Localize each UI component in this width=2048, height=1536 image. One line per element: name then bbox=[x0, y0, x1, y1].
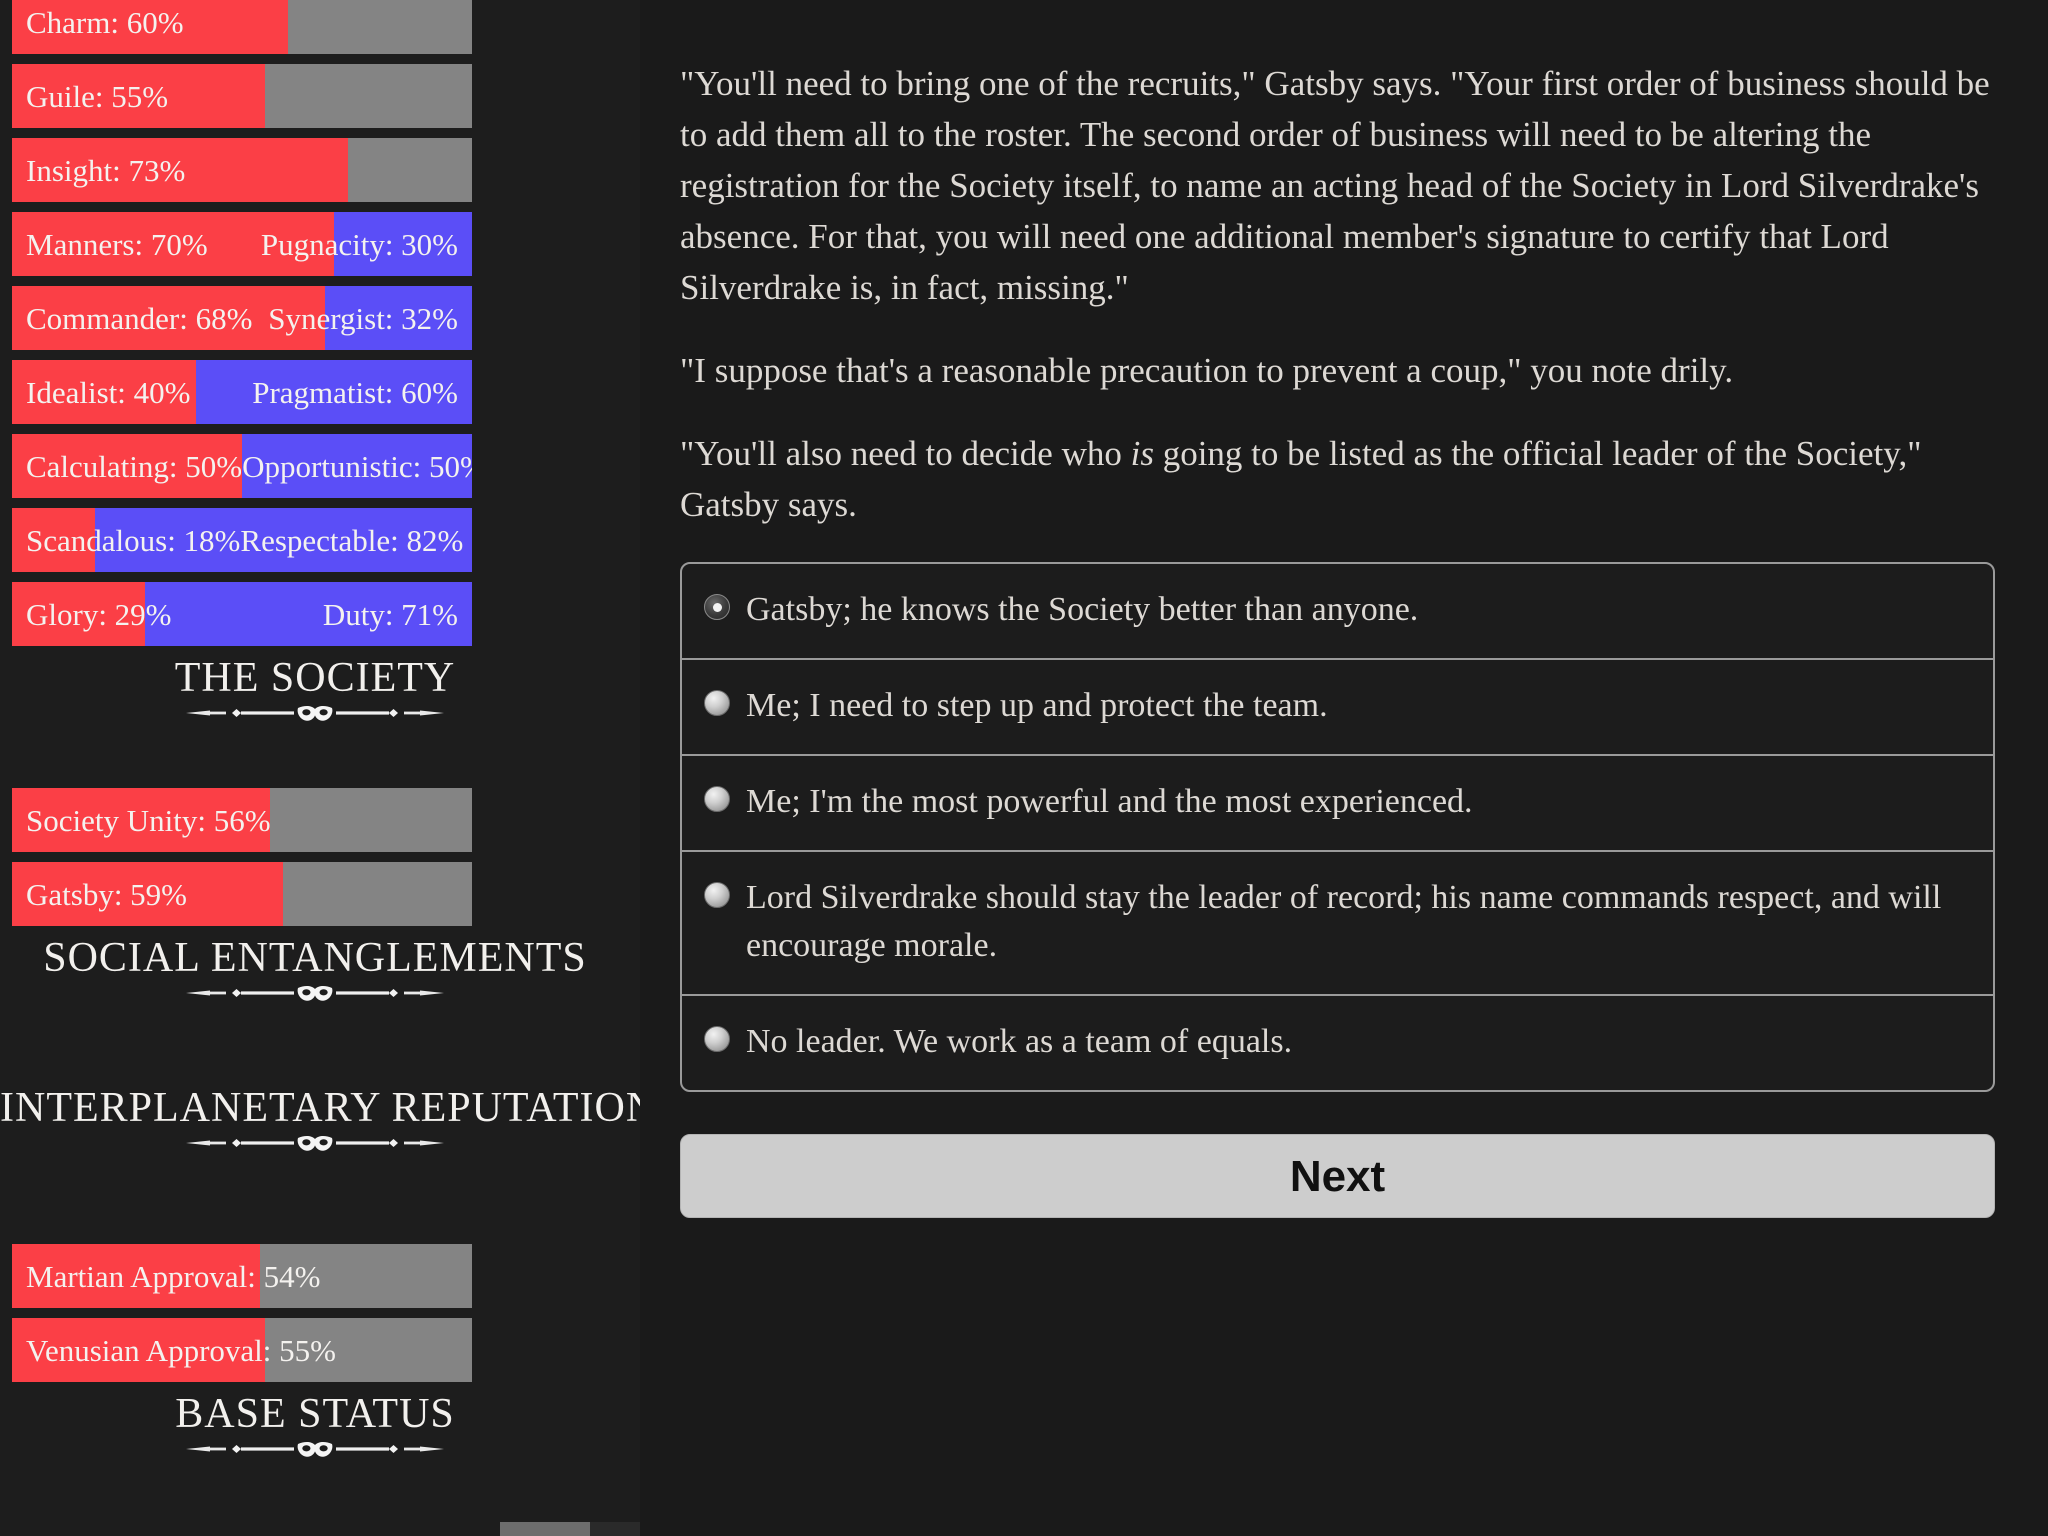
stats-sidebar-content: Charm: 60% Guile: 55% Insight: 73% Manners:… bbox=[0, 0, 640, 1536]
section-header-the-society: THE SOCIETY bbox=[0, 656, 640, 728]
choice-option[interactable]: Me; I need to step up and protect the te… bbox=[682, 660, 1993, 756]
stat-label-right: Synergist: 32% bbox=[268, 300, 458, 336]
masquerade-mask-icon bbox=[186, 1136, 444, 1152]
scrollbar-thumb[interactable] bbox=[500, 1522, 590, 1536]
masquerade-mask-icon bbox=[186, 706, 444, 721]
stat-label-left: Scandalous: 18% bbox=[26, 522, 241, 558]
stat-bar-labels: Society Unity: 56% bbox=[12, 788, 472, 852]
stat-bar-labels: Charm: 60% bbox=[12, 0, 472, 54]
stat-label-left: Society Unity: 56% bbox=[26, 802, 271, 838]
society-stats-group: Society Unity: 56% Gatsby: 59% bbox=[0, 788, 640, 927]
story-paragraph: "You'll also need to decide who is going… bbox=[680, 434, 1922, 524]
choice-option[interactable]: Me; I'm the most powerful and the most e… bbox=[682, 756, 1993, 852]
section-title: INTERPLANETARY REPUTATION bbox=[0, 1085, 640, 1132]
stat-label-right: Opportunistic: 50% bbox=[242, 448, 472, 484]
stat-label-left: Manners: 70% bbox=[26, 226, 208, 262]
story-panel: "You'll need to bring one of the recruit… bbox=[640, 0, 2048, 1536]
choice-label: Me; I need to step up and protect the te… bbox=[746, 687, 1328, 724]
sidebar-horizontal-scrollbar[interactable] bbox=[500, 1522, 640, 1536]
choice-option[interactable]: Gatsby; he knows the Society better than… bbox=[682, 564, 1993, 660]
radio-unselected-icon[interactable] bbox=[704, 786, 730, 812]
reputation-stats-group: Martian Approval: 54% Venusian Approval: … bbox=[0, 1244, 640, 1383]
stat-bar: Idealist: 40% Pragmatist: 60% bbox=[12, 360, 472, 424]
stat-bar-labels: Insight: 73% bbox=[12, 138, 472, 202]
stat-label-right: Duty: 71% bbox=[322, 596, 458, 632]
stat-label-left: Insight: 73% bbox=[26, 152, 186, 188]
stat-bar: Scandalous: 18% Respectable: 82% bbox=[12, 508, 472, 572]
masquerade-mask-icon bbox=[186, 986, 444, 1001]
choice-label: Me; I'm the most powerful and the most e… bbox=[746, 783, 1473, 820]
stat-bar-labels: Calculating: 50% Opportunistic: 50% bbox=[12, 434, 472, 498]
stat-label-right: Pugnacity: 30% bbox=[260, 226, 458, 262]
masquerade-mask-icon bbox=[186, 1442, 444, 1458]
stat-bar: Gatsby: 59% bbox=[12, 862, 472, 927]
stat-bar-labels: Venusian Approval: 55% bbox=[12, 1318, 472, 1382]
stat-label-left: Martian Approval: 54% bbox=[26, 1258, 321, 1294]
story-paragraph: "You'll need to bring one of the recruit… bbox=[680, 64, 1990, 307]
stat-bar-labels: Scandalous: 18% Respectable: 82% bbox=[12, 508, 472, 572]
choice-option[interactable]: No leader. We work as a team of equals. bbox=[682, 996, 1993, 1090]
section-title: SOCIAL ENTANGLEMENTS bbox=[43, 935, 587, 982]
choice-list: Gatsby; he knows the Society better than… bbox=[680, 562, 1995, 1092]
stat-label-left: Idealist: 40% bbox=[26, 374, 191, 410]
radio-unselected-icon[interactable] bbox=[704, 882, 730, 908]
stat-label-left: Gatsby: 59% bbox=[26, 876, 188, 912]
stat-label-right: Pragmatist: 60% bbox=[252, 374, 458, 410]
next-button[interactable]: Next bbox=[680, 1134, 1995, 1218]
stat-bar-labels: Guile: 55% bbox=[12, 64, 472, 128]
choice-label: No leader. We work as a team of equals. bbox=[746, 1023, 1293, 1060]
choice-label: Lord Silverdrake should stay the leader … bbox=[746, 879, 1942, 964]
stat-bar-labels: Idealist: 40% Pragmatist: 60% bbox=[12, 360, 472, 424]
section-header-interplanetary-reputation: INTERPLANETARY REPUTATION bbox=[0, 1086, 640, 1158]
stat-label-left: Glory: 29% bbox=[26, 596, 172, 632]
stat-bar: Martian Approval: 54% bbox=[12, 1244, 472, 1309]
stat-bar: Charm: 60% bbox=[12, 0, 472, 54]
story-paragraph: "I suppose that's a reasonable precautio… bbox=[680, 351, 1734, 390]
stat-bar: Insight: 73% bbox=[12, 138, 472, 202]
stat-bar: Guile: 55% bbox=[12, 64, 472, 128]
stat-bar-labels: Commander: 68% Synergist: 32% bbox=[12, 286, 472, 350]
section-header-base-status: BASE STATUS bbox=[0, 1392, 640, 1464]
stats-sidebar: Charm: 60% Guile: 55% Insight: 73% Manners:… bbox=[0, 0, 640, 1536]
section-header-social-entanglements: SOCIAL ENTANGLEMENTS bbox=[0, 936, 640, 1008]
story-text: "You'll need to bring one of the recruit… bbox=[680, 58, 1990, 530]
stat-bar: Venusian Approval: 55% bbox=[12, 1318, 472, 1383]
choice-option[interactable]: Lord Silverdrake should stay the leader … bbox=[682, 852, 1993, 996]
radio-unselected-icon[interactable] bbox=[704, 690, 730, 716]
stat-label-left: Calculating: 50% bbox=[26, 448, 243, 484]
stat-bar-labels: Martian Approval: 54% bbox=[12, 1244, 472, 1308]
stat-bar-labels: Manners: 70% Pugnacity: 30% bbox=[12, 212, 472, 276]
stat-bar: Manners: 70% Pugnacity: 30% bbox=[12, 212, 472, 276]
stat-label-left: Charm: 60% bbox=[26, 4, 184, 40]
section-title: BASE STATUS bbox=[175, 1391, 455, 1438]
stat-bar-labels: Glory: 29% Duty: 71% bbox=[12, 582, 472, 646]
stat-bar-labels: Gatsby: 59% bbox=[12, 862, 472, 926]
choice-label: Gatsby; he knows the Society better than… bbox=[746, 591, 1419, 628]
stat-label-left: Venusian Approval: 55% bbox=[26, 1332, 336, 1368]
stat-bar: Glory: 29% Duty: 71% bbox=[12, 582, 472, 646]
stat-bar: Society Unity: 56% bbox=[12, 788, 472, 853]
stat-bar: Commander: 68% Synergist: 32% bbox=[12, 286, 472, 350]
top-stats-group: Charm: 60% Guile: 55% Insight: 73% Manners:… bbox=[0, 0, 640, 646]
stat-bar: Calculating: 50% Opportunistic: 50% bbox=[12, 434, 472, 498]
radio-unselected-icon[interactable] bbox=[704, 1026, 730, 1052]
stat-label-left: Guile: 55% bbox=[26, 78, 169, 114]
section-title: THE SOCIETY bbox=[174, 655, 456, 701]
radio-selected-icon[interactable] bbox=[704, 594, 730, 620]
stat-label-left: Commander: 68% bbox=[26, 300, 253, 336]
stat-label-right: Respectable: 82% bbox=[240, 522, 464, 558]
game-screen: Charm: 60% Guile: 55% Insight: 73% Manners:… bbox=[0, 0, 2048, 1536]
